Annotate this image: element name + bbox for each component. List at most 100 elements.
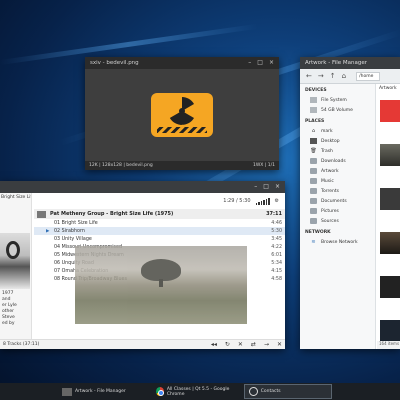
window-title: sxiv - bedevil.png (90, 60, 139, 66)
file-thumbnail[interactable] (380, 188, 400, 210)
track-length: 4:22 (271, 244, 282, 250)
sidebar-item-documents[interactable]: Documents (300, 196, 375, 206)
maximize-icon[interactable]: □ (257, 60, 263, 66)
sidebar-item-pictures[interactable]: Pictures (300, 206, 375, 216)
file-thumbnail[interactable] (380, 320, 400, 342)
track-name: 02 Sirabhorn (54, 228, 85, 234)
player-footer: 8 Tracks (37:11) ◂◂ ↻ ✕ ⇄ → ✕ (0, 339, 285, 349)
track-row[interactable]: 03 Unity Village 3:45 (34, 235, 285, 243)
next-icon[interactable]: → (264, 341, 269, 348)
folder-icon (310, 208, 317, 214)
sidebar-item-torrents[interactable]: Torrents (300, 186, 375, 196)
file-thumbnail[interactable] (380, 144, 400, 166)
content-label: Artwork (379, 86, 397, 91)
folder-icon (310, 158, 317, 164)
track-name: 01 Bright Size Life (54, 220, 98, 226)
up-icon[interactable]: ↑ (330, 72, 336, 80)
file-thumbnail[interactable] (380, 100, 400, 122)
forward-icon[interactable]: → (318, 72, 324, 80)
track-length: 6:01 (271, 252, 282, 258)
sidebar-item-browse-network[interactable]: ≋ Browse Network (300, 237, 375, 247)
previous-icon[interactable]: ◂◂ (211, 341, 217, 348)
folder-icon (310, 178, 317, 184)
album-title: Pat Metheny Group - Bright Size Life (19… (50, 211, 174, 217)
taskbar-item-file-manager[interactable]: Artwork - File Manager (58, 384, 130, 399)
places-heading: PLACES (305, 119, 325, 124)
now-playing-icon: ▶ (46, 228, 50, 234)
viewer-status-right: 1WX | 1/1 (252, 163, 275, 168)
fm-toolbar: ← → ↑ ⌂ /home (300, 69, 400, 84)
taskbar: Artwork - File Manager All Classes | Qt … (0, 383, 400, 400)
shuffle-icon[interactable]: ✕ (238, 341, 243, 348)
track-row[interactable]: ▶ 02 Sirabhorn 5:30 (34, 227, 285, 235)
viewer-titlebar[interactable]: sxiv - bedevil.png – □ × (85, 57, 279, 69)
taskbar-item-contacts[interactable]: Contacts (243, 384, 332, 399)
track-length: 4:15 (271, 268, 282, 274)
devices-heading: DEVICES (305, 88, 327, 93)
chrome-icon (155, 387, 165, 396)
tree-trunk (159, 279, 163, 287)
minimize-icon[interactable]: – (248, 60, 251, 66)
image-canvas[interactable] (85, 69, 279, 161)
player-titlebar[interactable]: – □ × (0, 181, 285, 193)
sidebar-item-home[interactable]: ⌂ mark (300, 126, 375, 136)
settings-icon[interactable]: ⚙ (275, 198, 279, 204)
window-title: Artwork - File Manager (305, 60, 368, 66)
maximize-icon[interactable]: □ (263, 184, 269, 190)
file-manager-window[interactable]: Artwork - File Manager ← → ↑ ⌂ /home DEV… (300, 57, 400, 349)
folder-icon (310, 198, 317, 204)
radiation-image (151, 93, 213, 137)
fm-statusbar: 164 items (377, 341, 400, 349)
back-icon[interactable]: ← (306, 72, 312, 80)
album-art-icon (37, 210, 46, 218)
taskbar-item-chrome[interactable]: All Classes | Qt 5.5 - Google Chrome (152, 384, 244, 399)
sidebar-item-desktop[interactable]: Desktop (300, 136, 375, 146)
player-toolbar: 1:29 / 5:30 ⚙ (34, 193, 285, 209)
fm-content[interactable]: Artwork (377, 84, 400, 349)
fm-sidebar: DEVICES File System 54 GB Volume PLACES … (300, 84, 376, 349)
fm-titlebar[interactable]: Artwork - File Manager (300, 57, 400, 69)
album-row[interactable]: Pat Metheny Group - Bright Size Life (19… (34, 209, 285, 219)
sidebar-item-volume[interactable]: 54 GB Volume (300, 105, 375, 115)
close-icon[interactable]: × (275, 184, 280, 190)
position-readout: 1:29 / 5:30 (223, 198, 251, 204)
drive-icon (310, 97, 317, 103)
artist-photo (0, 233, 30, 289)
viewer-statusbar: 12K | 128x128 | bedevil.png 1WX | 1/1 (85, 161, 279, 170)
photo-preview (75, 246, 247, 324)
track-name: 03 Unity Village (54, 236, 92, 242)
sidebar-item-artwork[interactable]: Artwork (300, 166, 375, 176)
image-viewer-window[interactable]: sxiv - bedevil.png – □ × 12K | 128x128 |… (85, 57, 279, 170)
playback-controls: ◂◂ ↻ ✕ ⇄ → ✕ (211, 341, 282, 348)
repeat-icon[interactable]: ↻ (225, 341, 230, 348)
file-thumbnail[interactable] (380, 232, 400, 254)
sidebar-item-downloads[interactable]: Downloads (300, 156, 375, 166)
artist-bio: 1977 and er Lyle other Steve ed by (2, 291, 17, 326)
contacts-icon (248, 387, 258, 396)
file-thumbnail[interactable] (380, 276, 400, 298)
player-sidebar: Bright Size Life (1975) 1977 and er Lyle… (0, 193, 32, 339)
track-length: 5:34 (271, 260, 282, 266)
path-field[interactable]: /home (356, 71, 381, 81)
track-length: 4:58 (271, 276, 282, 282)
track-length: 4:46 (271, 220, 282, 226)
tree-shape (141, 259, 181, 281)
home-icon[interactable]: ⌂ (342, 72, 346, 80)
sidebar-item-music[interactable]: Music (300, 176, 375, 186)
folder-icon (310, 168, 317, 174)
stop-icon[interactable]: ✕ (277, 341, 282, 348)
sidebar-item-trash[interactable]: 🗑 Trash (300, 146, 375, 156)
close-icon[interactable]: × (269, 60, 274, 66)
sidebar-album-heading: Bright Size Life (1975) (1, 195, 31, 200)
track-count: 8 Tracks (37:11) (3, 342, 40, 347)
viewer-status-left: 12K | 128x128 | bedevil.png (89, 163, 153, 168)
track-row[interactable]: 01 Bright Size Life 4:46 (34, 219, 285, 227)
folder-icon (310, 188, 317, 194)
minimize-icon[interactable]: – (254, 184, 257, 190)
sidebar-item-sources[interactable]: Sources (300, 216, 375, 226)
track-length: 5:30 (271, 228, 282, 234)
crossfade-icon[interactable]: ⇄ (251, 341, 256, 348)
sidebar-item-file-system[interactable]: File System (300, 95, 375, 105)
album-duration: 37:11 (266, 211, 282, 217)
volume-slider[interactable] (255, 197, 270, 205)
